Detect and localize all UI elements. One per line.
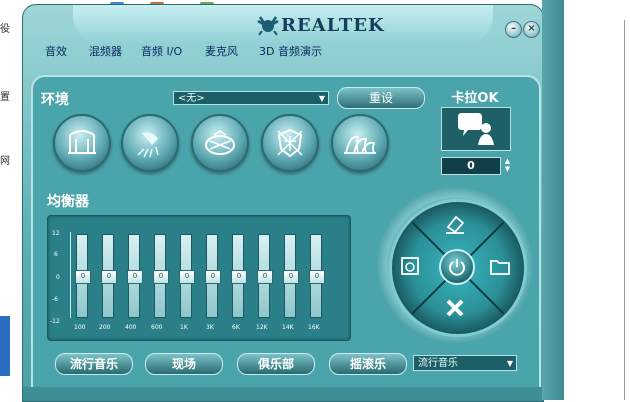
eq-slider-16k[interactable]: 0	[309, 234, 325, 318]
title-bar[interactable]: REALTEK	[73, 5, 493, 45]
env-preset-bathroom[interactable]	[53, 114, 111, 172]
equalizer-label: 均衡器	[47, 194, 89, 210]
environment-select[interactable]: <无> ▼	[173, 91, 329, 105]
tab-microphone[interactable]: 麦克风	[205, 43, 238, 59]
desktop-text: 置	[0, 92, 10, 103]
eq-band-label: 6K	[232, 324, 240, 331]
spin-down-icon[interactable]: ▼	[503, 165, 512, 173]
tab-sound-effects[interactable]: 音效	[45, 43, 67, 59]
desktop-text: 网	[0, 156, 10, 167]
env-preset-knight[interactable]	[261, 114, 319, 172]
eq-scale-label: -12	[50, 318, 60, 325]
knight-icon	[277, 128, 303, 158]
eq-band-label: 100	[74, 324, 86, 331]
chevron-down-icon: ▼	[506, 359, 513, 368]
window-bottom-edge	[23, 387, 543, 401]
eq-slider-knob[interactable]: 0	[75, 270, 91, 284]
tab-audio-io[interactable]: 音频 I/O	[141, 43, 182, 59]
env-preset-shower[interactable]	[121, 114, 179, 172]
brand-logo-text: REALTEK	[281, 15, 385, 36]
eq-slider-3k[interactable]: 0	[205, 234, 221, 318]
eq-slider-knob[interactable]: 0	[153, 270, 169, 284]
eq-slider-6k[interactable]: 0	[231, 234, 247, 318]
eq-slider-12k[interactable]: 0	[257, 234, 273, 318]
karaoke-panel[interactable]	[441, 107, 511, 151]
eq-preset-select-value: 流行音乐	[418, 358, 458, 369]
stadium-icon	[205, 130, 235, 155]
eq-slider-14k[interactable]: 0	[283, 234, 299, 318]
tab-mixer[interactable]: 混频器	[89, 43, 122, 59]
delete-x-icon[interactable]	[444, 297, 466, 319]
eq-preset-select[interactable]: 流行音乐 ▼	[413, 355, 517, 371]
desktop-text: 役	[0, 24, 10, 35]
crab-logo-icon	[257, 16, 279, 36]
tab-3d-audio-demo[interactable]: 3D 音频演示	[259, 43, 322, 59]
eq-scale-label: 12	[52, 230, 60, 237]
karaoke-label: 卡拉OK	[451, 91, 499, 106]
eq-slider-knob[interactable]: 0	[127, 270, 143, 284]
opera-house-icon	[344, 135, 376, 154]
power-button[interactable]	[439, 249, 475, 285]
env-preset-stadium[interactable]	[191, 114, 249, 172]
eq-scale-label: 6	[54, 251, 58, 258]
eq-preset-club-button[interactable]: 俱乐部	[237, 353, 315, 375]
eraser-icon[interactable]	[444, 213, 466, 235]
bathroom-icon	[68, 130, 96, 154]
eq-band-label: 1K	[180, 324, 188, 331]
close-button[interactable]: ×	[523, 21, 540, 38]
window-right-frame	[542, 0, 564, 400]
taskbar-fragment	[0, 316, 10, 376]
karaoke-value-field[interactable]: 0	[441, 157, 501, 175]
eq-slider-knob[interactable]: 0	[309, 270, 325, 284]
realtek-audio-manager-window: REALTEK – × 音效 混频器 音频 I/O 麦克风 3D 音频演示 环境…	[22, 4, 544, 402]
eq-band-label: 16K	[308, 324, 320, 331]
eq-slider-knob[interactable]: 0	[231, 270, 247, 284]
eq-band-label: 3K	[206, 324, 214, 331]
eq-slider-1k[interactable]: 0	[179, 234, 195, 318]
minimize-button[interactable]: –	[505, 21, 522, 38]
desktop-background: 役 置 网	[0, 0, 22, 400]
spin-up-icon[interactable]: ▲	[503, 157, 512, 165]
eq-preset-pop-button[interactable]: 流行音乐	[55, 353, 133, 375]
reset-button[interactable]: 重设	[337, 87, 425, 109]
load-settings-icon[interactable]	[399, 255, 421, 277]
eq-slider-knob[interactable]: 0	[205, 270, 221, 284]
eq-slider-600[interactable]: 0	[153, 234, 169, 318]
eq-slider-knob[interactable]: 0	[257, 270, 273, 284]
eq-band-label: 400	[125, 324, 137, 331]
eq-slider-knob[interactable]: 0	[179, 270, 195, 284]
desktop-divider	[624, 20, 625, 400]
eq-preset-live-button[interactable]: 现场	[145, 353, 223, 375]
eq-band-label: 14K	[282, 324, 294, 331]
eq-scale-label: 0	[56, 274, 60, 281]
shower-icon	[137, 132, 159, 158]
eq-slider-200[interactable]: 0	[101, 234, 117, 318]
eq-band-label: 200	[99, 324, 111, 331]
chevron-down-icon: ▼	[318, 94, 325, 103]
folder-icon[interactable]	[489, 255, 511, 277]
power-icon	[449, 259, 465, 276]
equalizer-panel: 12 6 0 -6 -12 0 0 0 0 0 0 0 0 0 0 100 20…	[47, 215, 351, 341]
environment-label: 环境	[41, 92, 69, 108]
eq-slider-knob[interactable]: 0	[283, 270, 299, 284]
eq-slider-100[interactable]: 0	[75, 234, 91, 318]
eq-slider-400[interactable]: 0	[127, 234, 143, 318]
desktop-background-right	[564, 0, 630, 400]
eq-scale-label: -6	[52, 296, 58, 303]
karaoke-singer-icon	[458, 113, 494, 145]
environment-select-value: <无>	[178, 93, 205, 104]
eq-preset-rock-button[interactable]: 摇滚乐	[329, 353, 407, 375]
eq-slider-knob[interactable]: 0	[101, 270, 117, 284]
eq-band-label: 600	[151, 324, 163, 331]
sound-effects-panel: 环境 <无> ▼ 重设 卡拉OK 0 ▲ ▼ 均衡器 12 6 0 -6 -12…	[31, 75, 541, 401]
env-preset-opera-house[interactable]	[331, 114, 389, 172]
eq-band-label: 12K	[256, 324, 268, 331]
